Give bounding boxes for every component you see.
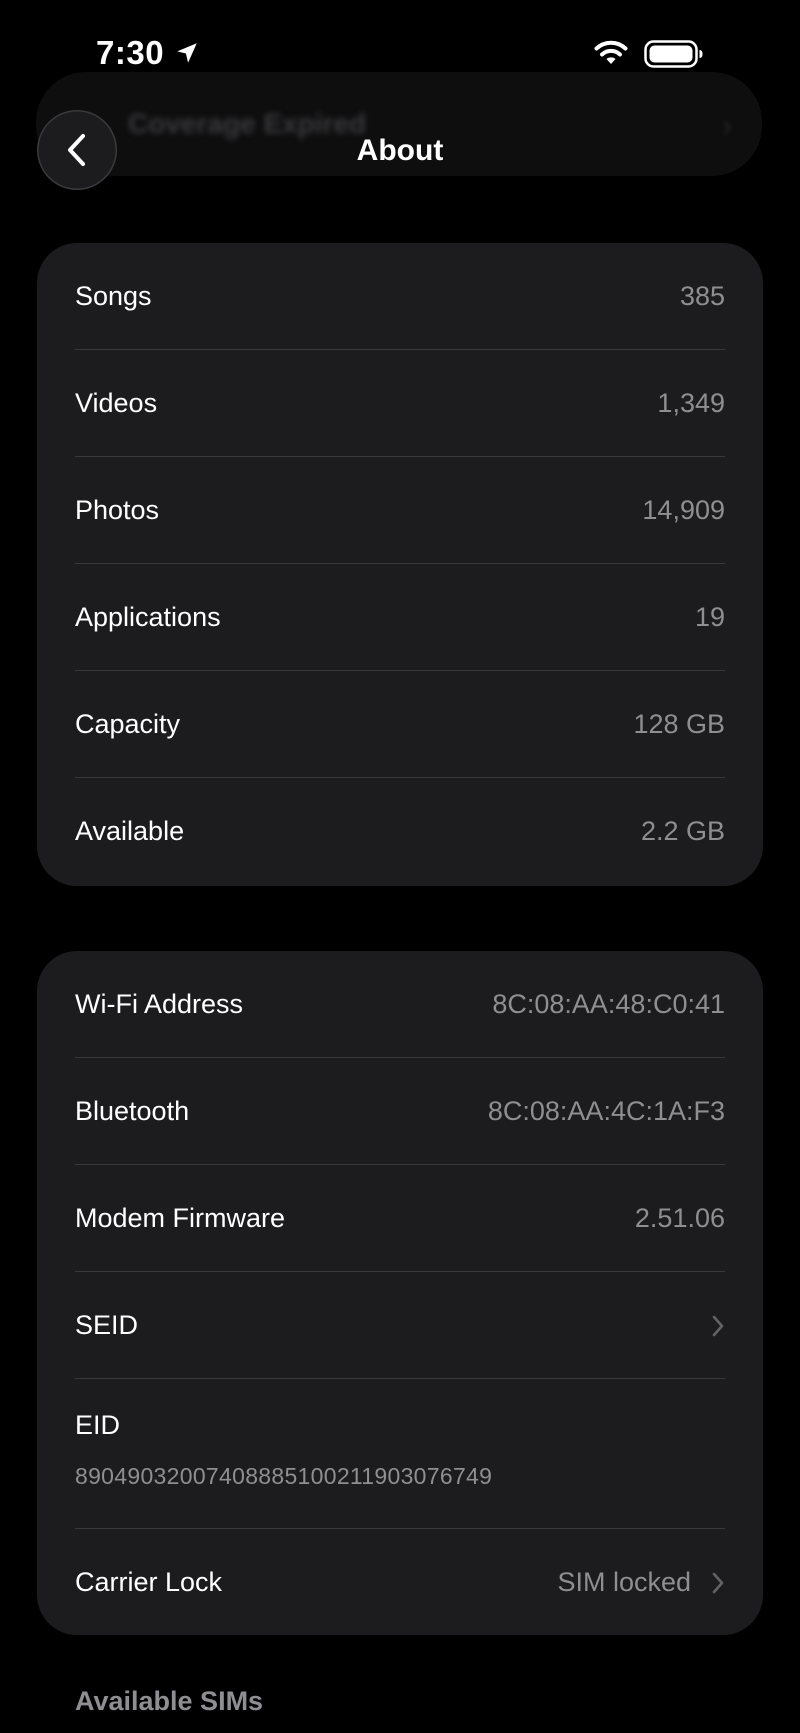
- row-label: Videos: [75, 388, 158, 418]
- row-capacity: Capacity 128 GB: [75, 671, 725, 778]
- row-available: Available 2.2 GB: [75, 778, 725, 885]
- row-modem-firmware[interactable]: Modem Firmware 2.51.06: [75, 1165, 725, 1272]
- row-value: 19: [694, 602, 725, 632]
- row-value: 1,349: [657, 388, 725, 418]
- row-label: Songs: [75, 281, 152, 311]
- row-label: Photos: [75, 495, 160, 525]
- row-value: 8C:08:AA:48:C0:41: [492, 989, 725, 1019]
- row-label: Carrier Lock: [75, 1567, 223, 1597]
- row-value: 385: [679, 281, 725, 311]
- network-info-card: Wi-Fi Address 8C:08:AA:48:C0:41 Bluetoot…: [37, 951, 763, 1635]
- row-label: Modem Firmware: [75, 1203, 286, 1233]
- eid-value: 89049032007408885100211903076749: [75, 1463, 493, 1489]
- row-value: 8C:08:AA:4C:1A:F3: [487, 1096, 725, 1126]
- row-value: 14,909: [642, 495, 725, 525]
- row-label: Capacity: [75, 709, 181, 739]
- row-seid[interactable]: SEID: [75, 1272, 725, 1379]
- row-photos: Photos 14,909: [75, 457, 725, 564]
- row-label: Applications: [75, 602, 221, 632]
- wifi-icon: [594, 40, 628, 64]
- row-value: 128 GB: [633, 709, 725, 739]
- row-eid[interactable]: EID 89049032007408885100211903076749: [75, 1379, 725, 1529]
- row-songs: Songs 385: [75, 243, 725, 350]
- row-value: 2.2 GB: [640, 816, 725, 846]
- chevron-right-icon: [712, 1572, 724, 1593]
- carrier-lock-value: SIM locked: [557, 1567, 691, 1597]
- section-header-available-sims: Available SIMs: [75, 1686, 264, 1716]
- storage-info-card: Songs 385 Videos 1,349 Photos 14,909 App…: [37, 243, 763, 886]
- row-value: SIM locked: [557, 1567, 725, 1598]
- location-arrow-icon: [177, 43, 197, 63]
- battery-icon: [644, 40, 703, 68]
- page-title: About: [356, 134, 444, 167]
- row-label: SEID: [75, 1310, 139, 1340]
- chevron-right-icon: [712, 1315, 724, 1336]
- row-carrier-lock[interactable]: Carrier Lock SIM locked: [75, 1529, 725, 1636]
- row-label: EID: [75, 1410, 121, 1440]
- row-bluetooth[interactable]: Bluetooth 8C:08:AA:4C:1A:F3: [75, 1058, 725, 1165]
- row-videos: Videos 1,349: [75, 350, 725, 457]
- row-label: Bluetooth: [75, 1096, 190, 1126]
- row-applications: Applications 19: [75, 564, 725, 671]
- row-label: Wi-Fi Address: [75, 989, 244, 1019]
- status-time: 7:30: [96, 34, 165, 71]
- row-value: [691, 1314, 725, 1338]
- row-label: Available: [75, 816, 185, 846]
- row-value: 2.51.06: [634, 1203, 725, 1233]
- row-wifi-address[interactable]: Wi-Fi Address 8C:08:AA:48:C0:41: [75, 951, 725, 1058]
